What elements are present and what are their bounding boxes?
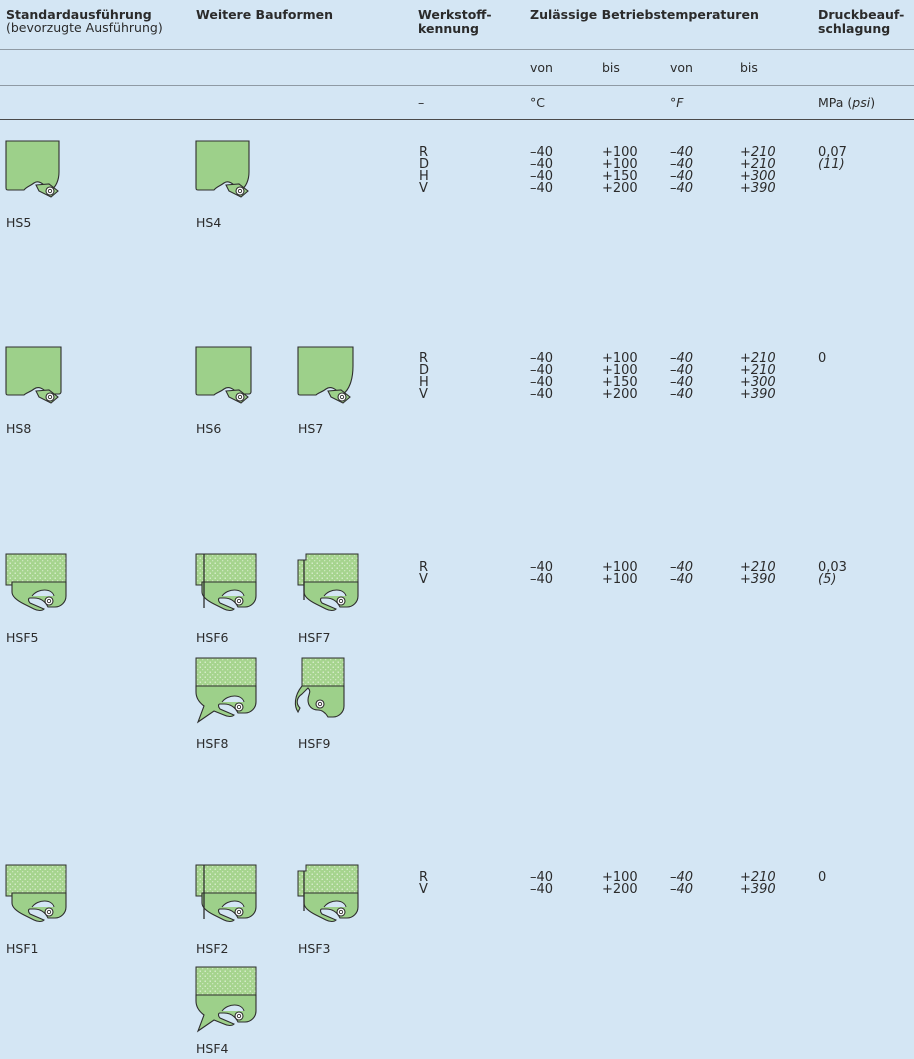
pressure-column: 0,03 (5) (818, 561, 847, 587)
header-divider-1 (0, 49, 914, 50)
celsius-from-column: –40 –40 (530, 561, 554, 587)
header-druck-line1: Druckbeauf- (818, 7, 905, 22)
fahrenheit-to-column: +210 +210 +300 +390 (740, 352, 776, 402)
temp-value: +200 (602, 882, 638, 897)
seal-label-other: HS7 (298, 421, 324, 436)
header-werkstoff-line2: kennung (418, 21, 479, 36)
temp-value: +390 (740, 181, 776, 196)
seal-label-standard: HS5 (6, 215, 32, 230)
unit-psi: psi (852, 95, 871, 110)
seal-label-other: HSF3 (298, 941, 331, 956)
seal-label-other: HSF4 (196, 1041, 229, 1056)
unit-mpa: MPa ( (818, 95, 853, 110)
celsius-to-column: +100 +100 +150 +200 (602, 352, 638, 402)
temp-value: +390 (740, 572, 776, 587)
materials-column: R D H V (419, 352, 429, 402)
header-standard-subtitle: (bevorzugte Ausführung) (6, 20, 163, 35)
material-code: V (419, 882, 428, 897)
header-divider-2 (0, 85, 914, 86)
fahrenheit-from-column: –40 –40 (670, 871, 694, 897)
seal-label-standard: HSF1 (6, 941, 39, 956)
seal-label-other: HSF8 (196, 736, 229, 751)
fahrenheit-from-column: –40 –40 (670, 561, 694, 587)
seal-label-other: HSF2 (196, 941, 229, 956)
pressure-value: 0 (818, 870, 827, 885)
subheader-bis-c: bis (602, 60, 620, 75)
pressure-psi: (5) (818, 572, 837, 587)
pressure-column: 0 (818, 351, 827, 366)
seal-drawing-hsf2 (195, 864, 257, 923)
seal-label-other: HS4 (196, 215, 222, 230)
seal-drawing-hsf5 (5, 553, 67, 612)
materials-column: R V (419, 561, 428, 587)
material-code: V (419, 572, 428, 587)
fahrenheit-to-column: +210 +210 +300 +390 (740, 146, 776, 196)
temp-value: –40 (670, 181, 694, 196)
material-code: V (419, 181, 428, 196)
temp-value: –40 (530, 181, 554, 196)
header-weitere-bauformen: Weitere Bauformen (196, 7, 334, 22)
seal-drawing-hsf7 (297, 553, 359, 612)
seal-drawing-hs7 (297, 346, 354, 404)
fahrenheit-to-column: +210 +390 (740, 561, 776, 587)
temp-value: –40 (670, 572, 694, 587)
pressure-value: 0 (818, 351, 827, 366)
temp-value: –40 (530, 387, 554, 402)
materials-column: R V (419, 871, 428, 897)
seal-drawing-hs8 (5, 346, 62, 404)
header-divider-3 (0, 119, 914, 120)
seal-drawing-hs6 (195, 346, 252, 404)
temp-value: +390 (740, 882, 776, 897)
temp-value: –40 (670, 882, 694, 897)
materials-column: R D H V (419, 146, 429, 196)
seal-label-other: HS6 (196, 421, 222, 436)
temp-value: –40 (530, 882, 554, 897)
pressure-column: 0,07 (11) (818, 146, 847, 172)
unit-close: ) (870, 95, 876, 110)
header-werkstoff-line1: Werkstoff- (418, 7, 492, 22)
seal-drawing-hsf8 (195, 657, 257, 724)
celsius-from-column: –40 –40 –40 –40 (530, 352, 554, 402)
subheader-von-c: von (530, 60, 553, 75)
seal-drawing-hsf4 (195, 966, 257, 1033)
unit-fahrenheit: °F (670, 95, 684, 110)
subheader-von-f: von (670, 60, 693, 75)
fahrenheit-to-column: +210 +390 (740, 871, 776, 897)
seal-label-other: HSF6 (196, 630, 229, 645)
celsius-from-column: –40 –40 –40 –40 (530, 146, 554, 196)
celsius-to-column: +100 +100 +150 +200 (602, 146, 638, 196)
unit-werkstoff: – (418, 95, 425, 110)
seal-drawing-hsf3 (297, 864, 359, 923)
seal-drawing-hsf9 (294, 657, 345, 718)
unit-pressure: MPa (psi) (818, 96, 875, 110)
temp-value: +100 (602, 572, 638, 587)
material-code: V (419, 387, 428, 402)
seal-label-other: HSF7 (298, 630, 331, 645)
fahrenheit-from-column: –40 –40 –40 –40 (670, 146, 694, 196)
fahrenheit-from-column: –40 –40 –40 –40 (670, 352, 694, 402)
temp-value: +200 (602, 387, 638, 402)
seal-drawing-hsf1 (5, 864, 67, 923)
temp-value: –40 (530, 572, 554, 587)
celsius-to-column: +100 +100 (602, 561, 638, 587)
header-druck-line2: schlagung (818, 21, 891, 36)
unit-celsius: °C (530, 95, 545, 110)
celsius-from-column: –40 –40 (530, 871, 554, 897)
seal-drawing-hsf6 (195, 553, 257, 612)
pressure-column: 0 (818, 870, 827, 885)
seal-label-other: HSF9 (298, 736, 331, 751)
seal-drawing-hs5 (5, 140, 60, 198)
temp-value: –40 (670, 387, 694, 402)
header-temperatures: Zulässige Betriebstemperaturen (530, 7, 759, 22)
subheader-bis-f: bis (740, 60, 758, 75)
seal-label-standard: HSF5 (6, 630, 39, 645)
temp-value: +200 (602, 181, 638, 196)
seal-drawing-hs4 (195, 140, 250, 198)
celsius-to-column: +100 +200 (602, 871, 638, 897)
pressure-psi: (11) (818, 157, 845, 172)
temp-value: +390 (740, 387, 776, 402)
seal-label-standard: HS8 (6, 421, 32, 436)
